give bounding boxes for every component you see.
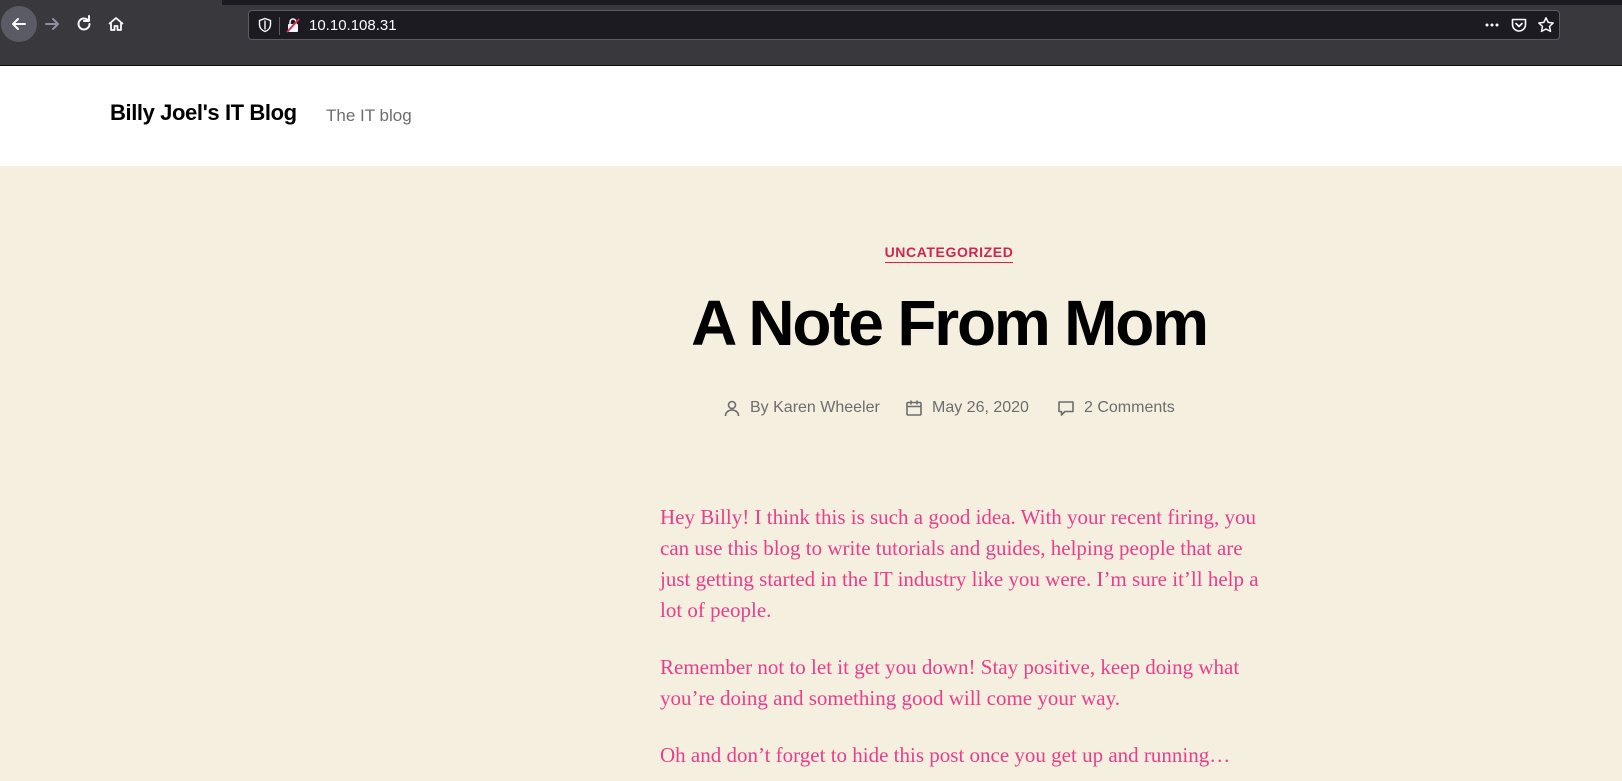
home-button[interactable] <box>98 6 134 42</box>
post-paragraph: Remember not to let it get you down! Sta… <box>660 655 1240 710</box>
comment-icon <box>1058 401 1074 416</box>
insecure-lock-icon[interactable] <box>285 17 301 33</box>
site-title-link[interactable]: Billy Joel's IT Blog <box>110 100 297 126</box>
post-author: By Karen Wheeler <box>722 398 880 418</box>
home-icon <box>108 17 124 31</box>
forward-icon <box>45 18 59 30</box>
post-paragraph: Hey Billy! I think this is such a good i… <box>660 505 1259 622</box>
more-icon[interactable] <box>1483 16 1501 34</box>
url-text[interactable]: 10.10.108.31 <box>309 17 397 35</box>
post-content: Hey Billy! I think this is such a good i… <box>660 502 1260 781</box>
back-button[interactable] <box>1 6 37 42</box>
date-link[interactable]: May 26, 2020 <box>932 399 1029 417</box>
reload-button[interactable] <box>66 6 102 42</box>
pocket-icon[interactable] <box>1510 16 1528 34</box>
tab-strip <box>222 0 1622 5</box>
calendar-icon <box>906 400 922 416</box>
post-category: UNCATEGORIZED <box>0 244 1622 263</box>
forward-button[interactable] <box>34 6 70 42</box>
back-icon <box>12 18 26 30</box>
post-title: A Note From Mom <box>691 287 1209 359</box>
tracking-shield-icon[interactable] <box>257 17 273 33</box>
reload-icon <box>77 15 91 31</box>
site-description: The IT blog <box>326 106 412 125</box>
post-comments: 2 Comments <box>1056 398 1175 418</box>
bookmark-star-icon[interactable] <box>1537 16 1555 34</box>
user-icon <box>724 400 740 417</box>
comments-link[interactable]: 2 Comments <box>1084 399 1175 417</box>
url-separator <box>279 17 280 35</box>
post-date: May 26, 2020 <box>904 398 1029 418</box>
category-link[interactable]: UNCATEGORIZED <box>884 244 1014 263</box>
url-bar[interactable]: 10.10.108.31 <box>248 10 1560 40</box>
browser-toolbar: 10.10.108.31 <box>0 0 1622 66</box>
site-header: Billy Joel's IT Blog The IT blog <box>0 66 1622 166</box>
post-paragraph: Oh and don’t forget to hide this post on… <box>660 743 1231 767</box>
author-link[interactable]: By Karen Wheeler <box>750 399 880 417</box>
